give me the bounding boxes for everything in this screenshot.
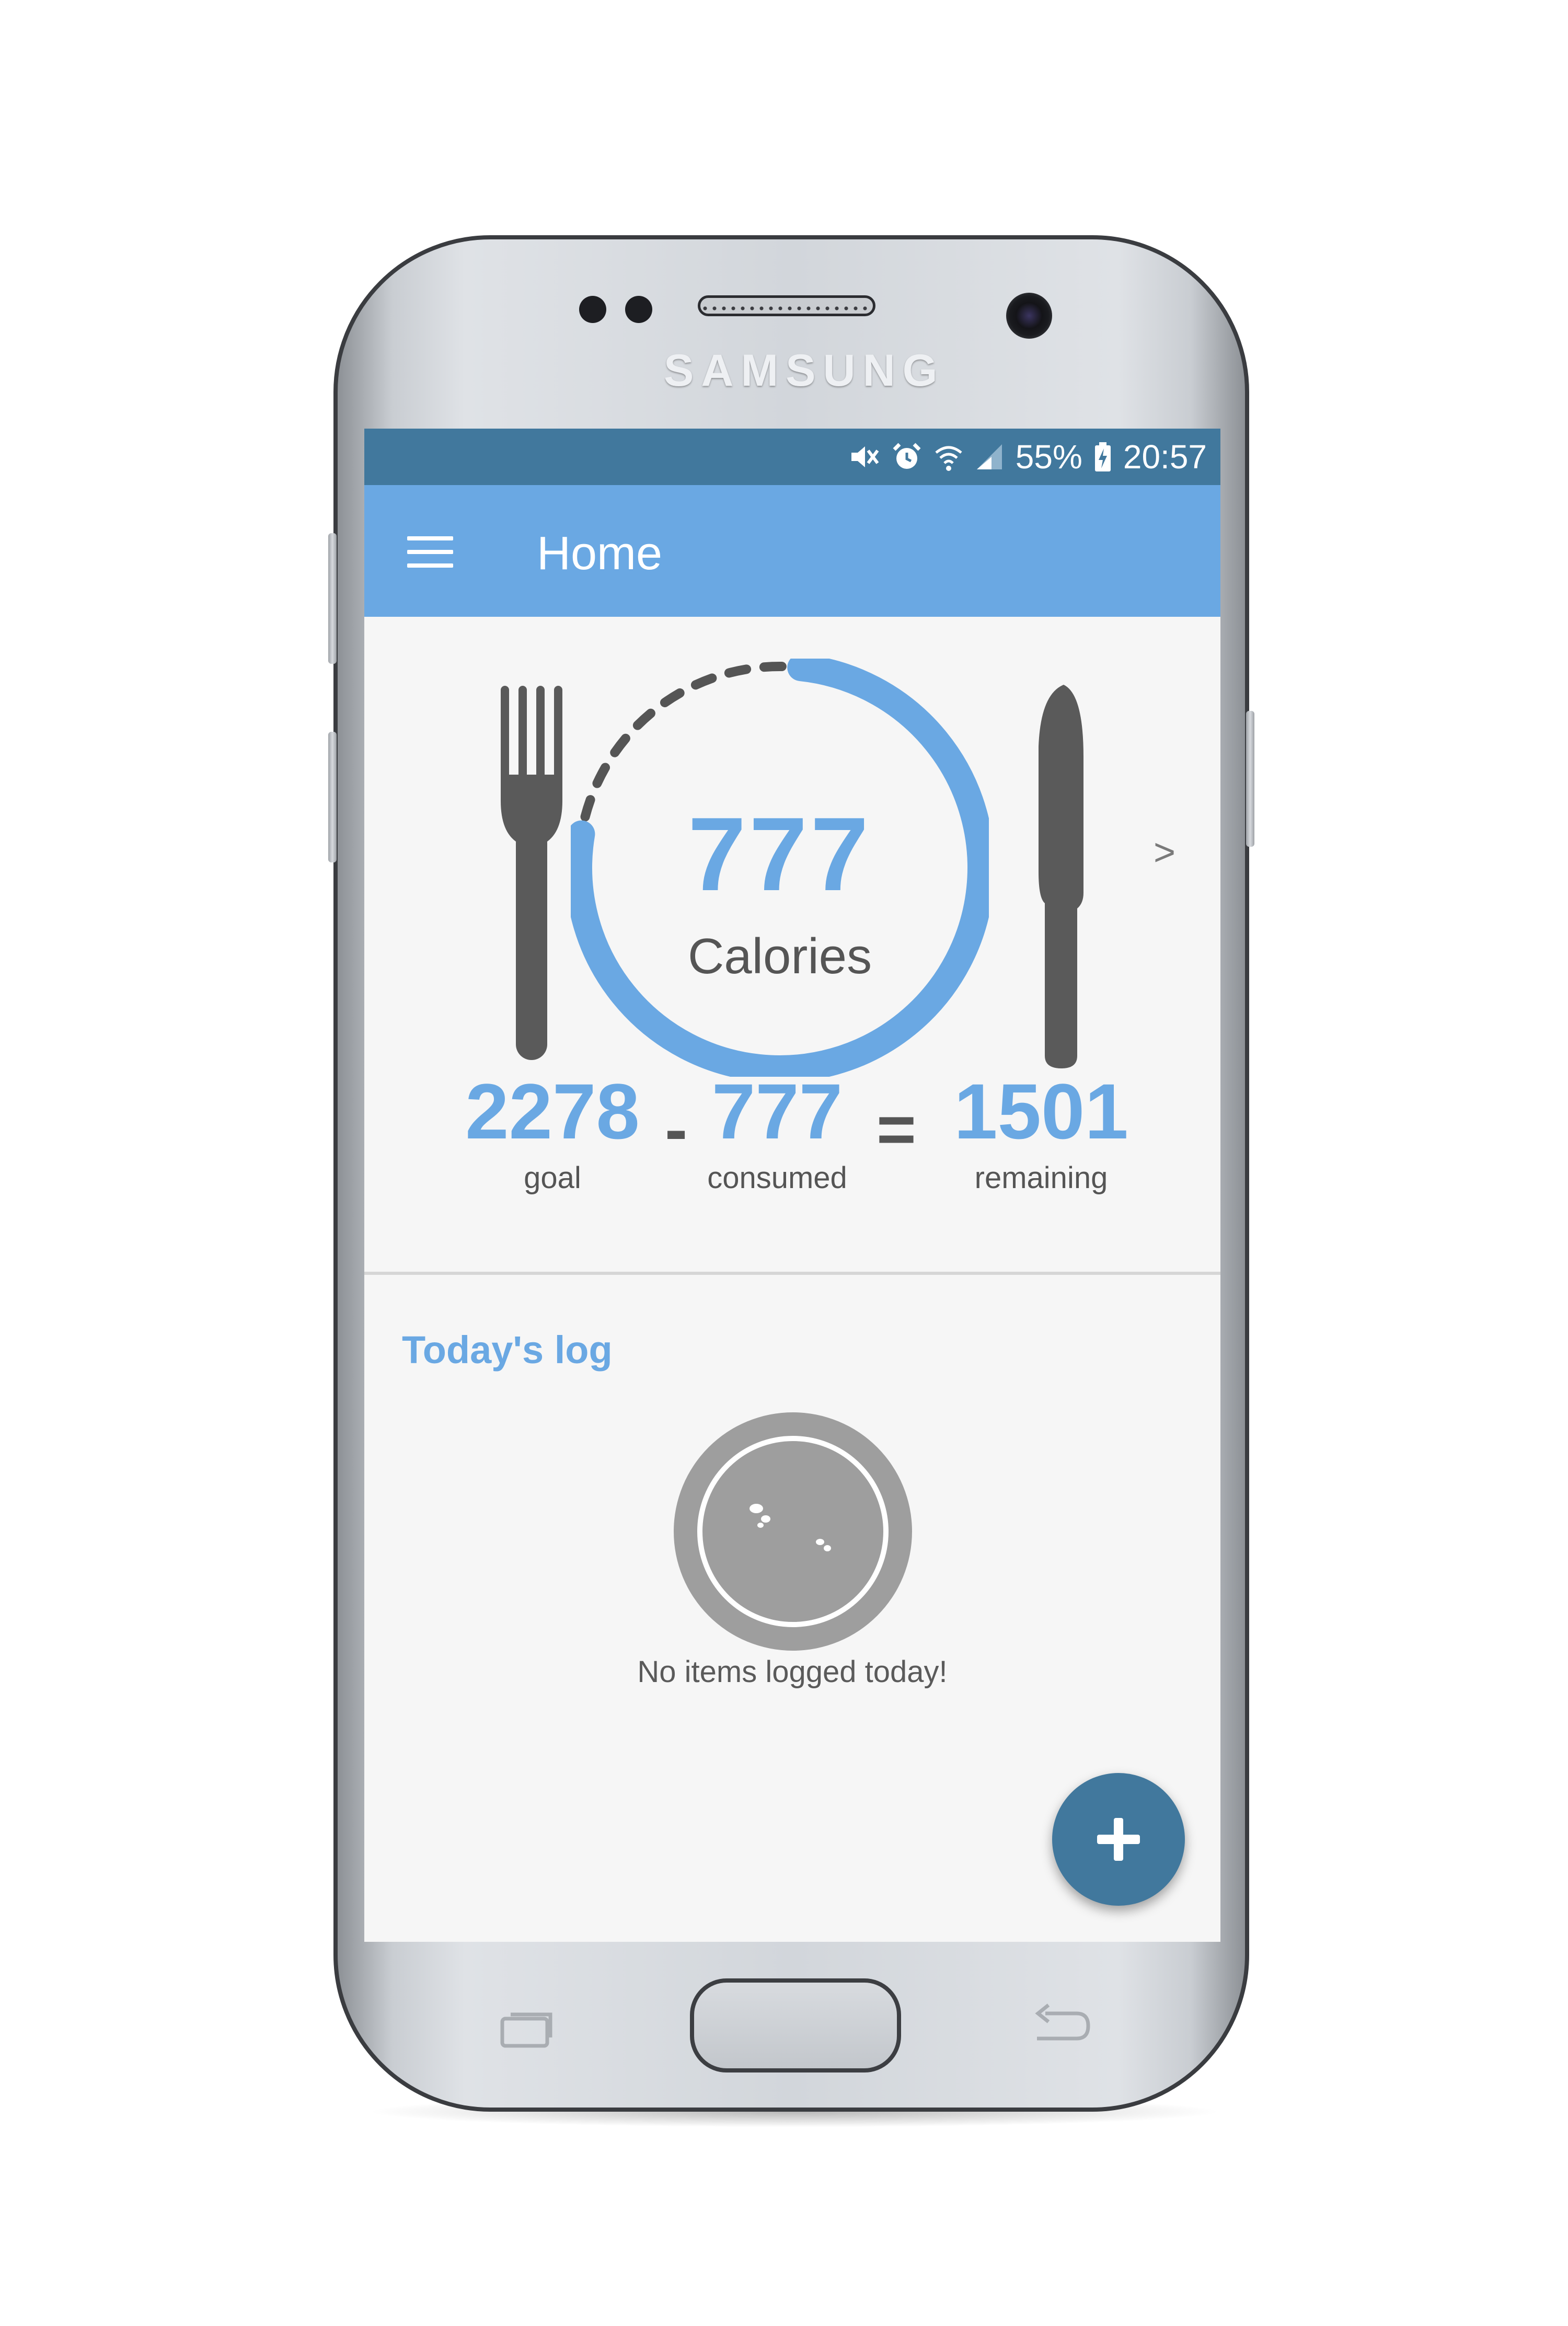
volume-down-button	[328, 732, 337, 862]
minus-sign: -	[665, 1091, 688, 1167]
consumed-value: 777	[711, 1067, 843, 1155]
signal-icon	[975, 441, 1004, 473]
equals-sign: =	[877, 1091, 916, 1167]
consumed-label: consumed	[707, 1161, 847, 1195]
hamburger-menu-icon[interactable]	[407, 536, 453, 568]
knife-icon	[1039, 685, 1083, 1068]
battery-percent: 55%	[1015, 438, 1082, 476]
goal-label: goal	[524, 1161, 581, 1195]
wifi-icon	[934, 441, 963, 473]
light-sensor	[625, 296, 652, 323]
back-icon[interactable]	[1030, 2002, 1092, 2049]
next-arrow[interactable]: >	[1154, 831, 1175, 874]
status-icons: 55% 20:57	[848, 436, 1207, 478]
calories-value: 777	[688, 796, 872, 913]
status-bar: 55% 20:57	[364, 429, 1220, 485]
alarm-icon	[891, 441, 923, 473]
empty-log-message: No items logged today!	[637, 1655, 948, 1689]
recent-apps-icon[interactable]	[499, 2007, 557, 2049]
battery-icon	[1094, 441, 1112, 473]
fork-icon	[501, 686, 562, 1060]
remaining-label: remaining	[974, 1161, 1108, 1195]
add-item-button[interactable]	[1052, 1773, 1185, 1906]
calories-label: Calories	[687, 928, 872, 984]
home-button[interactable]	[690, 1978, 901, 2072]
proximity-sensor	[579, 296, 606, 323]
plus-icon	[1097, 1818, 1140, 1861]
page-title: Home	[537, 527, 663, 580]
todays-log-title: Today's log	[402, 1328, 613, 1372]
goal-value: 2278	[465, 1067, 640, 1155]
mute-icon	[848, 441, 880, 473]
clock-time: 20:57	[1123, 438, 1207, 476]
earpiece-speaker	[698, 295, 875, 316]
empty-plate-icon	[674, 1412, 912, 1651]
app-bar: Home	[364, 485, 1220, 617]
screen: 55% 20:57 Home 777 Calories > 2278 goal …	[364, 429, 1220, 1942]
front-camera	[1006, 293, 1052, 339]
power-button	[1246, 711, 1254, 847]
remaining-value: 1501	[954, 1067, 1128, 1155]
volume-up-button	[328, 533, 337, 664]
section-divider	[364, 1272, 1220, 1275]
brand-logo: SAMSUNG	[664, 346, 945, 396]
